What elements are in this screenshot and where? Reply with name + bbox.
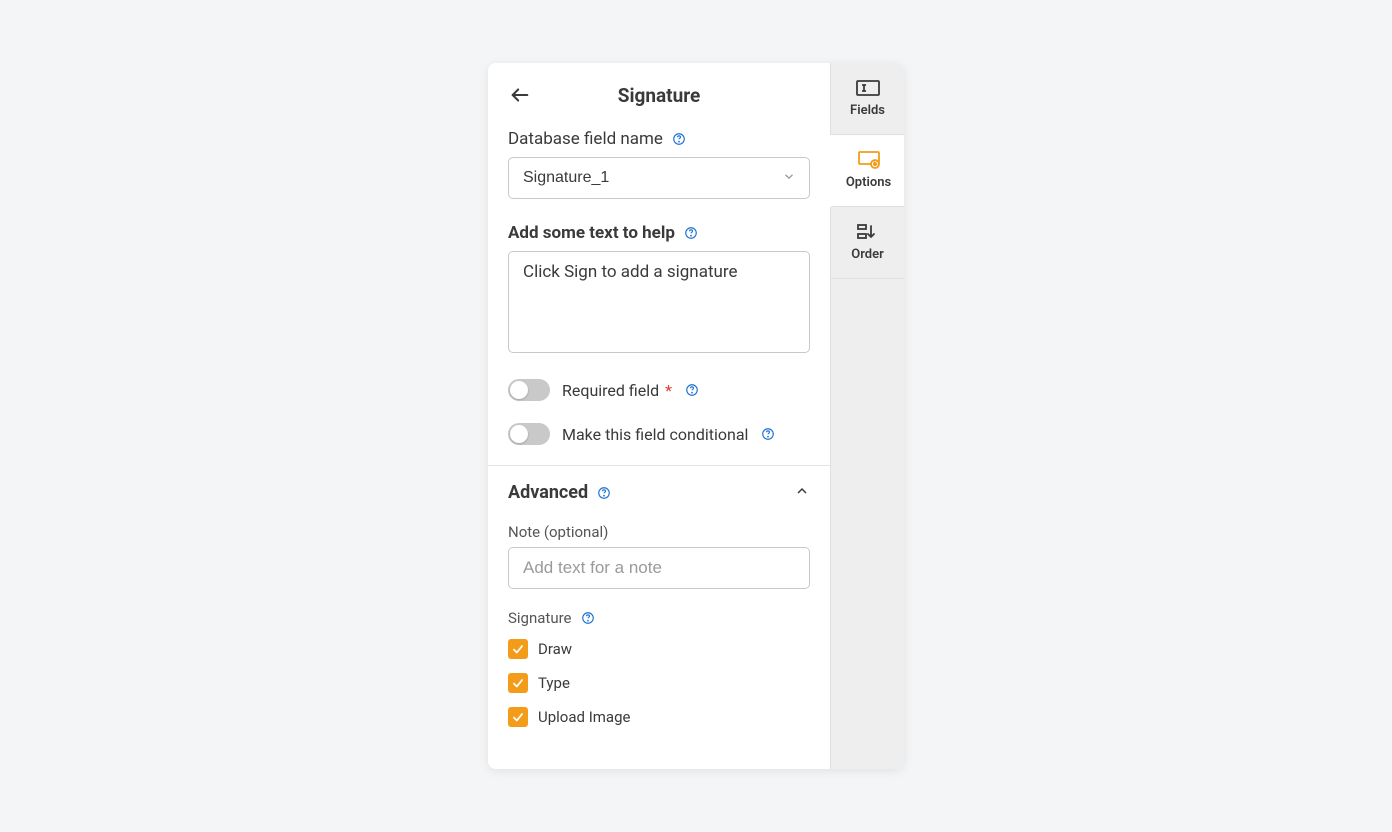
panel-header: Signature bbox=[488, 63, 830, 121]
help-icon[interactable] bbox=[684, 382, 700, 398]
checkbox-label-type: Type bbox=[538, 674, 570, 692]
side-tabs: Fields Options Order bbox=[830, 63, 904, 769]
check-icon bbox=[511, 710, 525, 724]
help-icon[interactable] bbox=[580, 610, 596, 626]
help-text-label-row: Add some text to help bbox=[508, 223, 810, 243]
required-label: Required field * bbox=[562, 381, 672, 400]
chevron-up-icon bbox=[794, 483, 810, 503]
signature-label: Signature bbox=[508, 609, 572, 627]
fields-icon bbox=[856, 79, 880, 97]
conditional-label: Make this field conditional bbox=[562, 425, 748, 444]
help-icon[interactable] bbox=[683, 225, 699, 241]
panel-title: Signature bbox=[618, 84, 701, 107]
tab-order-label: Order bbox=[851, 247, 884, 262]
db-field-label-row: Database field name bbox=[508, 129, 810, 149]
help-icon[interactable] bbox=[760, 426, 776, 442]
check-icon bbox=[511, 642, 525, 656]
advanced-body: Note (optional) Signature Draw Type bbox=[488, 519, 830, 761]
help-icon[interactable] bbox=[671, 131, 687, 147]
checkbox-row-draw: Draw bbox=[508, 639, 810, 659]
note-input[interactable] bbox=[508, 547, 810, 589]
required-asterisk: * bbox=[661, 381, 672, 400]
advanced-header[interactable]: Advanced bbox=[488, 465, 830, 519]
conditional-toggle[interactable] bbox=[508, 423, 550, 445]
checkbox-type[interactable] bbox=[508, 673, 528, 693]
signature-label-row: Signature bbox=[508, 609, 810, 627]
required-toggle-row: Required field * bbox=[508, 379, 810, 401]
advanced-title: Advanced bbox=[508, 482, 588, 503]
options-icon bbox=[857, 151, 881, 169]
db-field-select-wrap bbox=[508, 157, 810, 199]
checkbox-draw[interactable] bbox=[508, 639, 528, 659]
help-text-input[interactable] bbox=[508, 251, 810, 353]
db-field-select[interactable] bbox=[508, 157, 810, 199]
tab-options-label: Options bbox=[846, 175, 891, 190]
order-icon bbox=[856, 223, 880, 241]
tab-options[interactable]: Options bbox=[830, 135, 904, 207]
required-label-text: Required field bbox=[562, 381, 659, 400]
back-button[interactable] bbox=[508, 83, 532, 107]
help-icon[interactable] bbox=[596, 485, 612, 501]
advanced-title-wrap: Advanced bbox=[508, 482, 612, 503]
toggle-knob bbox=[510, 381, 528, 399]
db-field-label: Database field name bbox=[508, 129, 663, 149]
tab-fields-label: Fields bbox=[850, 103, 885, 118]
toggle-knob bbox=[510, 425, 528, 443]
help-text-section: Add some text to help Required field * bbox=[488, 219, 830, 465]
help-text-label: Add some text to help bbox=[508, 223, 675, 243]
tab-fields[interactable]: Fields bbox=[831, 63, 904, 135]
arrow-left-icon bbox=[509, 84, 531, 106]
checkbox-upload[interactable] bbox=[508, 707, 528, 727]
field-settings-panel: Signature Database field name Add some t… bbox=[488, 63, 904, 769]
note-label: Note (optional) bbox=[508, 523, 810, 541]
db-field-section: Database field name bbox=[488, 121, 830, 219]
checkbox-row-type: Type bbox=[508, 673, 810, 693]
conditional-toggle-row: Make this field conditional bbox=[508, 423, 810, 445]
tab-order[interactable]: Order bbox=[831, 207, 904, 279]
check-icon bbox=[511, 676, 525, 690]
checkbox-row-upload: Upload Image bbox=[508, 707, 810, 727]
checkbox-label-upload: Upload Image bbox=[538, 708, 630, 726]
checkbox-label-draw: Draw bbox=[538, 640, 572, 658]
main-panel: Signature Database field name Add some t… bbox=[488, 63, 830, 769]
required-toggle[interactable] bbox=[508, 379, 550, 401]
